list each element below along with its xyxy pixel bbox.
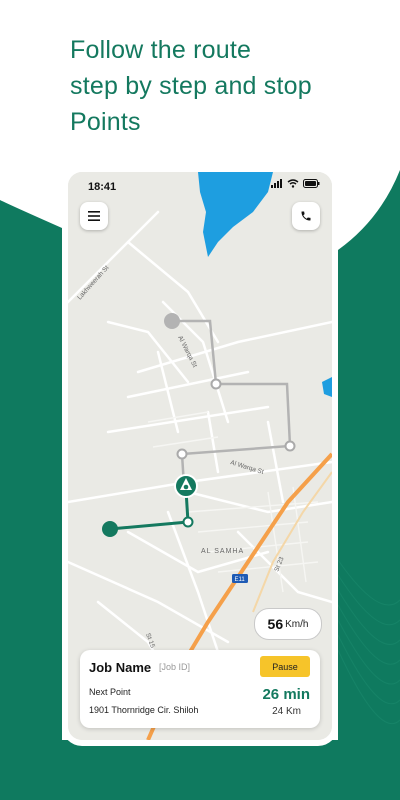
headline-line-1: Follow the route: [70, 36, 252, 64]
call-button[interactable]: [292, 202, 320, 230]
status-icons: [271, 179, 320, 188]
job-name: Job Name: [89, 660, 152, 675]
job-card: Job Name [Job ID] Pause Next Point 1901 …: [80, 650, 320, 728]
status-time: 18:41: [88, 181, 117, 193]
speed-indicator: 56 Km/h: [254, 608, 322, 640]
app-screen: Lakhweerah St Al Warqa St Al Warqa St AL…: [68, 172, 332, 740]
next-point-address: 1901 Thornridge Cir. Shiloh: [89, 705, 199, 715]
phone-icon: [301, 211, 311, 221]
hamburger-icon: [88, 211, 100, 221]
eta-distance: 24 Km: [272, 706, 301, 717]
current-location-icon: [174, 474, 198, 498]
next-point-label: Next Point: [89, 687, 131, 697]
route-point-marker: [210, 378, 222, 390]
wifi-icon: [287, 179, 299, 188]
map-label-district: AL SAMHA: [201, 548, 244, 555]
svg-text:E11: E11: [235, 577, 246, 583]
speed-unit: Km/h: [285, 618, 309, 630]
headline-line-2: step by step and stop: [70, 72, 312, 100]
menu-button[interactable]: [80, 202, 108, 230]
pause-button[interactable]: Pause: [260, 656, 310, 677]
route-end-marker: [102, 521, 118, 537]
route-point-marker: [284, 440, 296, 452]
job-id: [Job ID]: [159, 662, 191, 672]
headline-line-3: Points: [70, 108, 141, 136]
signal-icon: [271, 179, 282, 188]
road-shield-e11: E11: [232, 574, 248, 583]
eta-time: 26 min: [262, 686, 310, 703]
route-start-marker: [164, 313, 180, 329]
route-point-marker: [176, 448, 188, 460]
route-point-marker: [182, 516, 194, 528]
battery-icon: [303, 179, 320, 188]
speed-value: 56: [267, 616, 284, 632]
headline: Follow the route step by step and stop P…: [70, 32, 390, 140]
phone-frame: Lakhweerah St Al Warqa St Al Warqa St AL…: [62, 164, 338, 746]
